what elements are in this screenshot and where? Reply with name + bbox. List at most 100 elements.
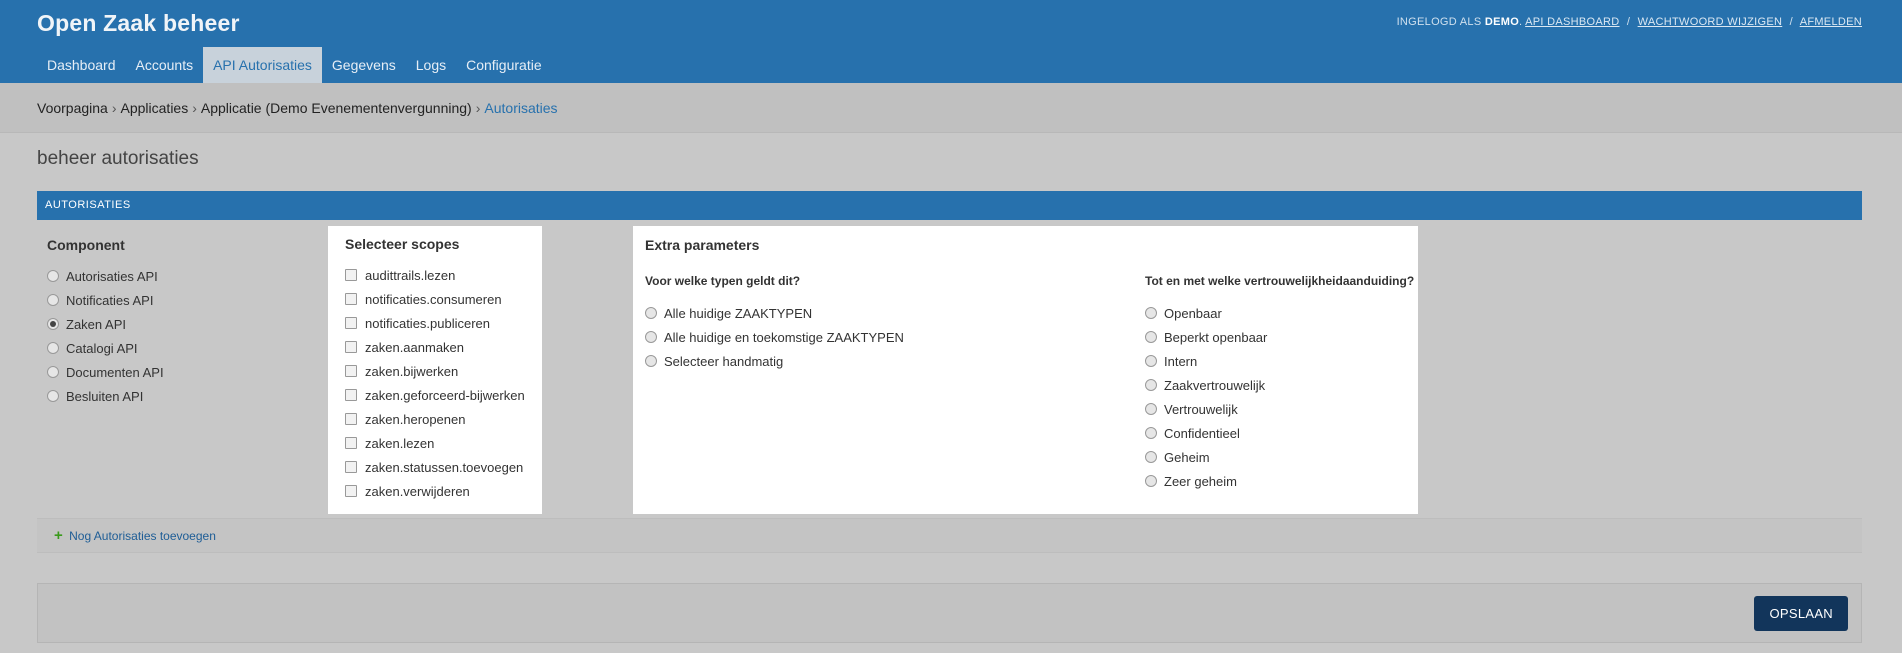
component-label: Autorisaties API (66, 268, 158, 284)
scope-option[interactable]: zaken.aanmaken (345, 335, 542, 359)
section-header: AUTORISATIES (37, 191, 1862, 220)
nav-dashboard[interactable]: Dashboard (37, 47, 126, 83)
nav-api-autorisaties[interactable]: API Autorisaties (203, 47, 322, 83)
types-option[interactable]: Alle huidige en toekomstige ZAAKTYPEN (645, 325, 904, 349)
confidentiality-label: Zeer geheim (1164, 473, 1237, 489)
breadcrumb-applicaties[interactable]: Applicaties (121, 100, 189, 116)
radio-button[interactable] (645, 331, 657, 343)
nav-configuratie[interactable]: Configuratie (456, 47, 552, 83)
component-heading: Component (47, 237, 125, 253)
types-label: Selecteer handmatig (664, 353, 784, 369)
scope-checkbox[interactable] (345, 317, 357, 329)
add-autorisatie-link[interactable]: Nog Autorisaties toevoegen (69, 529, 216, 543)
confidentiality-label: Openbaar (1164, 305, 1222, 321)
radio-button[interactable] (1145, 379, 1157, 391)
scope-label: zaken.lezen (365, 435, 435, 451)
confidentiality-option[interactable]: Vertrouwelijk (1145, 397, 1414, 421)
scope-label: zaken.statussen.toevoegen (365, 459, 524, 475)
scope-checkbox[interactable] (345, 269, 357, 281)
radio-button[interactable] (645, 307, 657, 319)
extra-parameters-panel: Extra parameters Voor welke typen geldt … (633, 226, 1418, 514)
submit-row: OPSLAAN (37, 583, 1862, 643)
types-option[interactable]: Alle huidige ZAAKTYPEN (645, 301, 904, 325)
component-label: Besluiten API (66, 388, 144, 404)
change-password-link[interactable]: WACHTWOORD WIJZIGEN (1638, 16, 1783, 28)
separator: / (1626, 16, 1631, 28)
scope-option[interactable]: zaken.bijwerken (345, 359, 542, 383)
confidentiality-option[interactable]: Intern (1145, 349, 1414, 373)
radio-button[interactable] (1145, 307, 1157, 319)
logged-in-label: INGELOGD ALS (1396, 16, 1482, 28)
scope-option[interactable]: audittrails.lezen (345, 263, 542, 287)
breadcrumb-applicatie[interactable]: Applicatie (Demo Evenementenvergunning) (201, 100, 472, 116)
confidentiality-option[interactable]: Zeer geheim (1145, 469, 1414, 493)
confidentiality-group: Tot en met welke vertrouwelijkheidaandui… (1145, 274, 1414, 493)
nav-accounts[interactable]: Accounts (126, 47, 204, 83)
confidentiality-option[interactable]: Confidentieel (1145, 421, 1414, 445)
scope-option[interactable]: notificaties.publiceren (345, 311, 542, 335)
logout-link[interactable]: AFMELDEN (1800, 16, 1862, 28)
scope-label: zaken.verwijderen (365, 483, 470, 499)
radio-button[interactable] (1145, 451, 1157, 463)
scope-option[interactable]: notificaties.consumeren (345, 287, 542, 311)
scope-option[interactable]: zaken.statussen.toevoegen (345, 455, 542, 479)
save-button[interactable]: OPSLAAN (1754, 596, 1848, 631)
scope-checkbox[interactable] (345, 293, 357, 305)
component-label: Catalogi API (66, 340, 138, 356)
extra-heading: Extra parameters (645, 237, 760, 253)
component-option[interactable]: Zaken API (47, 312, 164, 336)
radio-button[interactable] (47, 366, 59, 378)
radio-button[interactable] (1145, 331, 1157, 343)
radio-button[interactable] (1145, 355, 1157, 367)
radio-button[interactable] (47, 390, 59, 402)
radio-button[interactable] (47, 294, 59, 306)
scope-option[interactable]: zaken.geforceerd-bijwerken (345, 383, 542, 407)
radio-button[interactable] (645, 355, 657, 367)
confidentiality-question: Tot en met welke vertrouwelijkheidaandui… (1145, 274, 1415, 288)
confidentiality-label: Confidentieel (1164, 425, 1240, 441)
scope-checkbox[interactable] (345, 341, 357, 353)
breadcrumb: Voorpagina › Applicaties › Applicatie (Demo … (0, 83, 1902, 133)
scope-label: zaken.heropenen (365, 411, 466, 427)
component-option[interactable]: Catalogi API (47, 336, 164, 360)
radio-button[interactable] (1145, 475, 1157, 487)
component-option[interactable]: Notificaties API (47, 288, 164, 312)
component-column: Component Autorisaties API Notificaties … (47, 237, 164, 408)
nav-gegevens[interactable]: Gegevens (322, 47, 406, 83)
scope-checkbox[interactable] (345, 389, 357, 401)
breadcrumb-separator: › (192, 100, 197, 116)
component-label: Zaken API (66, 316, 126, 332)
radio-button[interactable] (47, 342, 59, 354)
scope-checkbox[interactable] (345, 461, 357, 473)
confidentiality-label: Geheim (1164, 449, 1210, 465)
scope-checkbox[interactable] (345, 413, 357, 425)
username: DEMO (1484, 16, 1520, 28)
scope-option[interactable]: zaken.lezen (345, 431, 542, 455)
scope-checkbox[interactable] (345, 365, 357, 377)
scope-checkbox[interactable] (345, 437, 357, 449)
radio-button[interactable] (47, 270, 59, 282)
scope-label: notificaties.consumeren (365, 291, 502, 307)
radio-button[interactable] (1145, 403, 1157, 415)
nav-logs[interactable]: Logs (406, 47, 456, 83)
radio-button[interactable] (1145, 427, 1157, 439)
user-tools: INGELOGD ALS DEMO. API DASHBOARD / WACHT… (1396, 16, 1862, 28)
scope-checkbox[interactable] (345, 485, 357, 497)
site-title: Open Zaak beheer (37, 10, 240, 36)
api-dashboard-link[interactable]: API DASHBOARD (1525, 16, 1619, 28)
scope-option[interactable]: zaken.heropenen (345, 407, 542, 431)
component-option[interactable]: Documenten API (47, 360, 164, 384)
component-option[interactable]: Besluiten API (47, 384, 164, 408)
plus-icon[interactable]: + (54, 527, 63, 544)
scope-option[interactable]: zaken.verwijderen (345, 479, 542, 503)
breadcrumb-voorpagina[interactable]: Voorpagina (37, 100, 108, 116)
confidentiality-option[interactable]: Geheim (1145, 445, 1414, 469)
confidentiality-option[interactable]: Zaakvertrouwelijk (1145, 373, 1414, 397)
component-option[interactable]: Autorisaties API (47, 264, 164, 288)
confidentiality-option[interactable]: Openbaar (1145, 301, 1414, 325)
scope-label: zaken.bijwerken (365, 363, 459, 379)
radio-button-selected[interactable] (47, 318, 59, 330)
confidentiality-label: Intern (1164, 353, 1198, 369)
types-option[interactable]: Selecteer handmatig (645, 349, 904, 373)
confidentiality-option[interactable]: Beperkt openbaar (1145, 325, 1414, 349)
